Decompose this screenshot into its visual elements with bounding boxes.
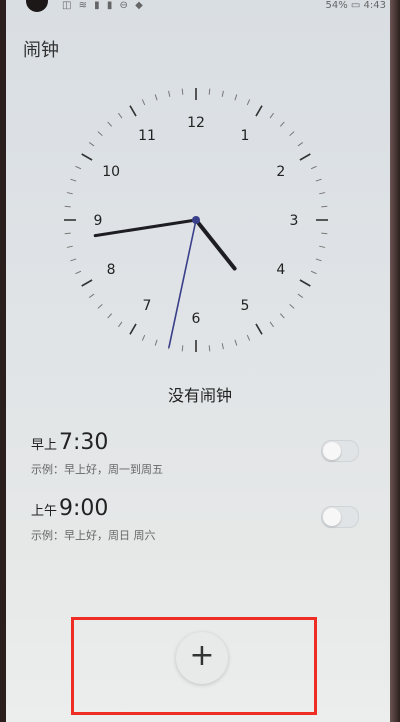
alarm-period: 早上 — [31, 438, 58, 453]
minute-tick — [88, 142, 95, 147]
clock-numeral: 7 — [143, 298, 152, 314]
clock-numeral: 1 — [241, 128, 250, 144]
minute-tick — [289, 131, 295, 137]
minute-tick — [289, 303, 295, 309]
minute-tick — [208, 345, 211, 352]
hour-tick — [255, 105, 263, 117]
toggle-knob — [323, 442, 341, 460]
clock-numeral: 2 — [276, 164, 285, 180]
minute-tick — [88, 293, 95, 298]
minute-tick — [321, 232, 328, 235]
minute-tick — [118, 321, 123, 328]
minute-tick — [319, 192, 326, 195]
minute-tick — [321, 205, 328, 208]
minute-tick — [221, 90, 224, 97]
minute-tick — [107, 121, 113, 127]
minute-tick — [70, 258, 77, 262]
minute-tick — [97, 131, 103, 137]
hour-tick — [299, 279, 311, 287]
minute-tick — [66, 245, 73, 248]
minute-tick — [319, 245, 326, 248]
alarm-time: 9:00 — [59, 496, 109, 521]
minute-tick — [208, 88, 211, 95]
minute-tick — [269, 321, 274, 328]
hour-tick — [81, 153, 93, 161]
clock-numeral: 9 — [94, 213, 103, 229]
minute-tick — [310, 165, 317, 170]
minute-tick — [141, 334, 146, 341]
hour-tick — [81, 279, 93, 287]
minute-hand — [93, 218, 198, 238]
minute-tick — [234, 94, 238, 101]
minute-tick — [64, 232, 71, 235]
minute-tick — [315, 258, 322, 262]
alarm-time: 7:30 — [59, 430, 109, 455]
minute-tick — [315, 178, 322, 182]
hour-tick — [299, 153, 311, 161]
clock-numeral: 6 — [192, 311, 201, 327]
empty-state-label: 没有闹钟 — [167, 386, 232, 405]
minute-tick — [234, 339, 238, 346]
minute-tick — [181, 88, 184, 95]
clock-numeral: 3 — [290, 213, 299, 229]
minute-tick — [97, 303, 103, 309]
hour-tick — [129, 323, 137, 335]
clock-numeral: 5 — [241, 298, 250, 314]
clock-numeral: 10 — [102, 164, 120, 180]
minute-tick — [181, 345, 184, 352]
clock-numeral: 11 — [138, 128, 156, 144]
phone-screen: ◫ ≋ ▮ ▮ ⊖ ◆ 54% ▭ 4:43 闹钟 12 1 2 3 4 5 6 7 8 9 10 1… — [0, 0, 400, 722]
alarm-description: 示例：早上好，周日 周六 — [31, 529, 156, 542]
clock-center-pin — [192, 216, 200, 224]
minute-tick — [279, 121, 285, 127]
minute-tick — [246, 334, 251, 341]
minute-tick — [75, 270, 82, 275]
minute-tick — [107, 313, 113, 319]
alarm-description: 示例：早上好，周一到周五 — [31, 463, 163, 476]
analog-clock: 121234567891011 — [64, 88, 328, 352]
minute-tick — [64, 205, 71, 208]
alarm-period: 上午 — [31, 504, 58, 519]
alarm-toggle[interactable] — [321, 440, 359, 462]
minute-tick — [297, 293, 304, 298]
minute-tick — [168, 90, 171, 97]
hour-hand — [194, 218, 237, 271]
alarm-item[interactable]: 上午9:00 示例：早上好，周日 周六 — [31, 496, 371, 543]
minute-tick — [297, 142, 304, 147]
add-alarm-button[interactable]: + — [176, 632, 228, 684]
clock-hands — [93, 216, 237, 348]
minute-tick — [118, 112, 123, 119]
hour-tick — [129, 105, 137, 117]
clock-numeral: 12 — [187, 115, 205, 131]
minute-tick — [75, 165, 82, 170]
minute-tick — [70, 178, 77, 182]
second-hand — [168, 219, 197, 348]
clock-numeral: 4 — [276, 262, 285, 278]
minute-tick — [310, 270, 317, 275]
minute-tick — [269, 112, 274, 119]
minute-tick — [154, 94, 158, 101]
minute-tick — [246, 99, 251, 106]
minute-tick — [66, 192, 73, 195]
hour-tick — [255, 323, 263, 335]
minute-tick — [154, 339, 158, 346]
alarm-toggle[interactable] — [321, 506, 359, 528]
minute-tick — [221, 343, 224, 350]
minute-tick — [279, 313, 285, 319]
alarm-item[interactable]: 早上7:30 示例：早上好，周一到周五 — [31, 430, 371, 477]
toggle-knob — [323, 508, 341, 526]
clock-numeral: 8 — [107, 262, 116, 278]
minute-tick — [141, 99, 146, 106]
